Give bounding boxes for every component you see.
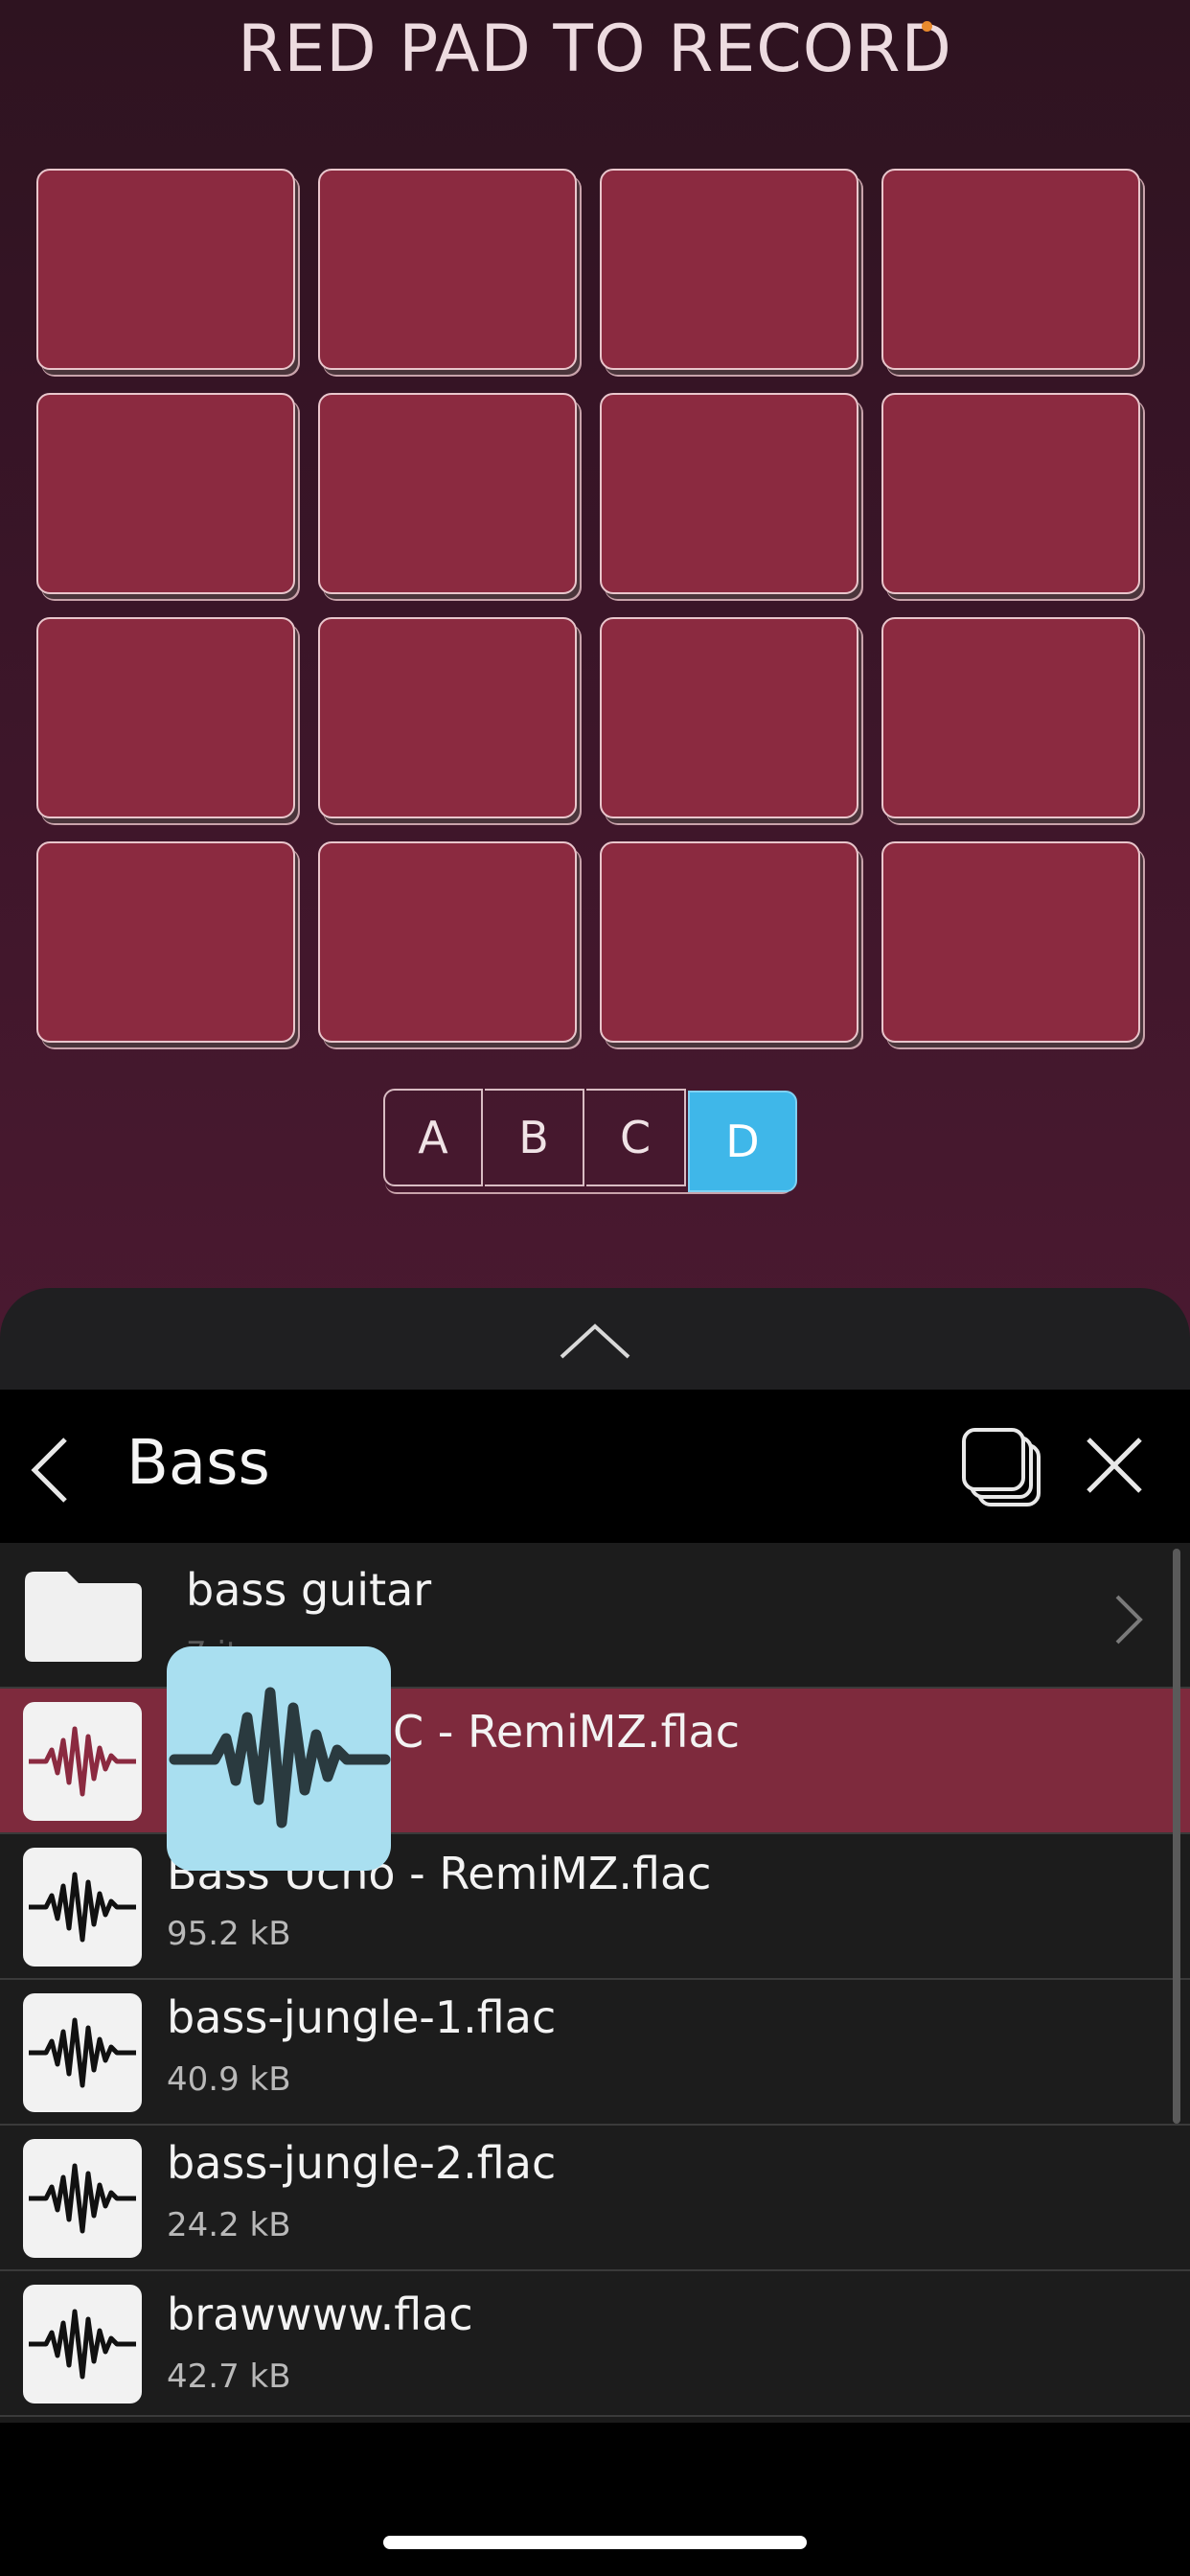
bank-c-button[interactable]: C (586, 1089, 686, 1186)
list-item-file[interactable]: bass-jungle-2.flac 24.2 kB (0, 2126, 1190, 2271)
bank-d-button[interactable]: D (688, 1091, 797, 1192)
file-thumbnail (23, 2139, 142, 2258)
chevron-left-icon (31, 1438, 67, 1503)
multi-select-button[interactable] (958, 1424, 1044, 1510)
list-item-file[interactable]: bass-jungle-1.flac 40.9 kB (0, 1980, 1190, 2126)
file-thumbnail (23, 1848, 142, 1966)
waveform-icon (29, 2309, 136, 2380)
stacked-layers-icon (962, 1428, 1041, 1506)
close-button[interactable] (1083, 1434, 1146, 1497)
list-item-size: 42.7 kB (167, 2358, 291, 2396)
list-item-file[interactable]: brawwww.flac 42.7 kB (0, 2271, 1190, 2417)
folder-icon (25, 1572, 142, 1662)
close-icon (1087, 1438, 1142, 1493)
list-item-name: bass-jungle-2.flac (167, 2137, 557, 2189)
pad-9[interactable] (36, 617, 295, 818)
pad-5[interactable] (36, 393, 295, 594)
pad-8[interactable] (881, 393, 1140, 594)
browser-header: Bass (0, 1390, 1190, 1543)
pad-11[interactable] (600, 617, 858, 818)
pad-6[interactable] (318, 393, 577, 594)
pad-1[interactable] (36, 169, 295, 370)
recording-indicator-dot (922, 21, 932, 32)
chevron-right-icon (1115, 1595, 1143, 1644)
list-item-name: bass-jungle-1.flac (167, 1991, 557, 2043)
back-button[interactable] (27, 1432, 84, 1508)
recorder-title: RED PAD TO RECORD (238, 12, 952, 87)
file-thumbnail (23, 1702, 142, 1821)
bank-b-button[interactable]: B (485, 1089, 584, 1186)
waveform-icon (29, 2017, 136, 2088)
bank-a-button[interactable]: A (383, 1089, 483, 1186)
pad-10[interactable] (318, 617, 577, 818)
list-item-name: bass guitar (186, 1564, 432, 1616)
home-indicator[interactable] (383, 2536, 807, 2549)
list-item-name: C - RemiMZ.flac (393, 1706, 741, 1758)
drag-ghost-sample[interactable] (167, 1646, 391, 1871)
folder-title: Bass (126, 1428, 270, 1499)
waveform-icon (169, 1687, 391, 1828)
pad-7[interactable] (600, 393, 858, 594)
bottom-bar (0, 2423, 1190, 2576)
pad-13[interactable] (36, 841, 295, 1043)
list-scrollbar[interactable] (1173, 1549, 1180, 2124)
pad-3[interactable] (600, 169, 858, 370)
pad-15[interactable] (600, 841, 858, 1043)
file-thumbnail (23, 2285, 142, 2404)
list-item-size: 95.2 kB (167, 1915, 291, 1953)
waveform-icon (29, 1872, 136, 1943)
waveform-icon (29, 2163, 136, 2234)
pad-14[interactable] (318, 841, 577, 1043)
pad-2[interactable] (318, 169, 577, 370)
pad-16[interactable] (881, 841, 1140, 1043)
waveform-icon (29, 1726, 136, 1797)
chevron-up-icon (560, 1323, 630, 1359)
app-screen: RED PAD TO RECORD A B C D Bass bass guit… (0, 0, 1190, 2576)
file-thumbnail (23, 1993, 142, 2112)
list-item-size: 24.2 kB (167, 2206, 291, 2244)
list-item-size: 40.9 kB (167, 2060, 291, 2099)
pad-12[interactable] (881, 617, 1140, 818)
drawer-handle[interactable] (0, 1288, 1190, 1390)
recorder-panel: RED PAD TO RECORD A B C D (0, 0, 1190, 1342)
pad-4[interactable] (881, 169, 1140, 370)
list-item-name: brawwww.flac (167, 2288, 473, 2340)
